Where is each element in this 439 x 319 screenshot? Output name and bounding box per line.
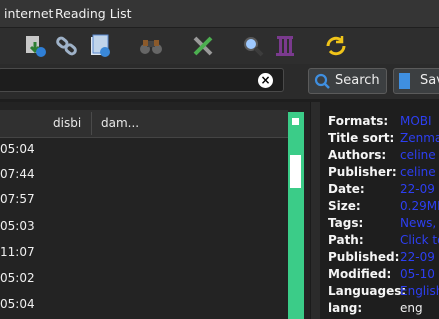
- column-separator[interactable]: [91, 112, 92, 135]
- detail-label: Publisher:: [328, 165, 397, 179]
- detail-value-link[interactable]: 0.29MB: [400, 199, 439, 213]
- detail-label: Languages:: [328, 284, 407, 298]
- table-row[interactable]: 05:03: [0, 219, 35, 233]
- table-row[interactable]: 05:04: [0, 297, 35, 311]
- magnifier-icon[interactable]: [240, 33, 266, 59]
- detail-label: Size:: [328, 199, 361, 213]
- table-row[interactable]: 07:44: [0, 167, 35, 181]
- search-icon: [313, 72, 331, 99]
- menu-internet[interactable]: internet: [4, 6, 53, 21]
- detail-label: Path:: [328, 233, 364, 247]
- detail-value-link[interactable]: News,: [400, 216, 436, 230]
- search-input[interactable]: [0, 68, 284, 92]
- column-header-disbi[interactable]: disbi: [53, 116, 81, 130]
- detail-value-link[interactable]: English: [400, 284, 439, 298]
- detail-value-link[interactable]: Zenmal: [400, 131, 439, 145]
- table-row[interactable]: 05:04: [0, 142, 35, 156]
- binoculars-icon[interactable]: [138, 33, 164, 59]
- detail-label: Date:: [328, 182, 365, 196]
- saved-searches-button[interactable]: Sav: [393, 68, 439, 94]
- detail-value-link[interactable]: MOBI: [400, 114, 432, 128]
- refresh-icon[interactable]: [323, 33, 349, 59]
- detail-label: lang:: [328, 301, 363, 315]
- link-icon[interactable]: [54, 33, 80, 59]
- table-row[interactable]: 11:07: [0, 245, 35, 259]
- detail-label: Formats:: [328, 114, 389, 128]
- menu-reading-list[interactable]: Reading List: [55, 6, 132, 21]
- table-scrollbar[interactable]: [288, 112, 304, 319]
- bookmark-icon: [399, 73, 410, 89]
- tools-icon[interactable]: [190, 33, 216, 59]
- detail-value-link[interactable]: 22-09: [400, 250, 435, 264]
- pillar-icon[interactable]: [272, 33, 298, 59]
- detail-label: Published:: [328, 250, 400, 264]
- detail-value-link[interactable]: Click to: [400, 233, 439, 247]
- detail-label: Title sort:: [328, 131, 395, 145]
- document-stack-icon[interactable]: [87, 33, 113, 59]
- column-header-date[interactable]: dam...: [101, 116, 139, 130]
- detail-value-link[interactable]: celine: [400, 148, 436, 162]
- scrollbar-thumb[interactable]: [290, 155, 301, 188]
- detail-label: Tags:: [328, 216, 364, 230]
- search-button-label: Search: [335, 73, 380, 88]
- table-row[interactable]: 07:57: [0, 192, 35, 206]
- clear-search-icon[interactable]: ×: [258, 73, 273, 88]
- splitter-handle[interactable]: [310, 102, 320, 319]
- scrollbar-corner-box[interactable]: [290, 116, 301, 127]
- detail-label: Modified:: [328, 267, 392, 281]
- detail-value-link[interactable]: 22-09: [400, 182, 435, 196]
- detail-value-link[interactable]: 05-10: [400, 267, 435, 281]
- download-arrow-icon[interactable]: [22, 33, 48, 59]
- detail-label: Authors:: [328, 148, 387, 162]
- saved-searches-label: Sav: [420, 73, 439, 88]
- detail-value: eng: [400, 301, 423, 315]
- table-header: [0, 110, 288, 138]
- detail-value-link[interactable]: celine: [400, 165, 436, 179]
- table-row[interactable]: 05:02: [0, 271, 35, 285]
- search-button[interactable]: Search: [308, 68, 387, 94]
